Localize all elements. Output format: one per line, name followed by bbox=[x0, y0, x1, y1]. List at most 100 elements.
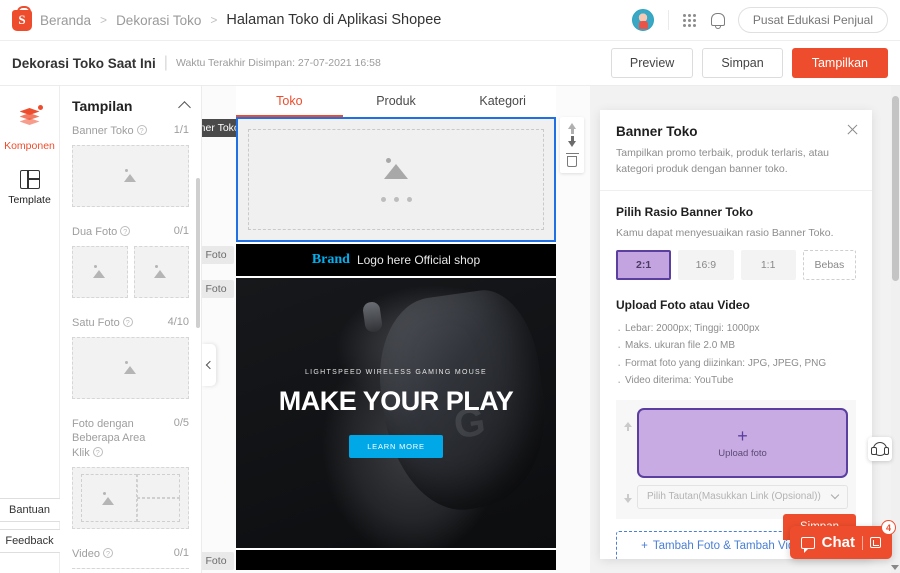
sidebar-item-label: Template bbox=[8, 194, 51, 206]
brand-tagline: Logo here Official shop bbox=[356, 253, 481, 267]
spec-item: Video diterima: YouTube bbox=[616, 371, 856, 393]
seller-education-button[interactable]: Pusat Edukasi Penjual bbox=[737, 7, 888, 33]
upload-specs: Lebar: 2000px; Tinggi: 1000px Maks. ukur… bbox=[616, 319, 856, 394]
canvas-block-hero[interactable]: Satu Foto LIGHTSPEED WIRELESS GAMING MOU… bbox=[202, 278, 556, 548]
apps-grid-icon[interactable] bbox=[682, 13, 696, 27]
image-placeholder-icon bbox=[381, 157, 411, 181]
sidebar-item-template[interactable]: Template bbox=[0, 162, 59, 216]
ratio-option-16-9[interactable]: 16:9 bbox=[678, 249, 734, 280]
help-icon[interactable]: ? bbox=[136, 125, 147, 135]
spec-item: Format foto yang diizinkan: JPG, JPEG, P… bbox=[616, 354, 856, 376]
components-title: Tampilan bbox=[72, 98, 133, 114]
scroll-down-arrow-icon[interactable] bbox=[891, 565, 899, 570]
upload-label: Upload foto bbox=[718, 447, 767, 459]
plus-icon: + bbox=[737, 425, 748, 446]
brand-word: Brand bbox=[311, 252, 350, 267]
spec-item: Lebar: 2000px; Tinggi: 1000px bbox=[616, 319, 856, 341]
last-saved-text: Waktu Terakhir Disimpan: 27-07-2021 16:5… bbox=[175, 57, 381, 69]
image-placeholder-icon bbox=[153, 265, 169, 279]
rail-bottom-actions: Bantuan Feedback bbox=[0, 498, 62, 573]
breadcrumb-item-dekorasi[interactable]: Dekorasi Toko bbox=[116, 13, 201, 28]
component-thumbnail-satu-foto[interactable] bbox=[72, 336, 189, 399]
help-icon[interactable]: ? bbox=[120, 225, 131, 236]
chat-divider bbox=[862, 535, 863, 550]
shopee-logo[interactable] bbox=[12, 5, 32, 31]
chevron-up-icon[interactable] bbox=[178, 101, 191, 114]
settings-panel: Banner Toko Tampilkan promo terbaik, pro… bbox=[600, 110, 872, 559]
help-icon[interactable]: ? bbox=[102, 548, 113, 559]
hero-title: MAKE YOUR PLAY bbox=[278, 385, 514, 416]
banner-placeholder[interactable] bbox=[236, 117, 556, 242]
next-banner-partial[interactable] bbox=[236, 550, 556, 570]
thumb-cell[interactable] bbox=[133, 245, 189, 298]
help-icon[interactable]: ? bbox=[122, 316, 133, 327]
help-icon[interactable]: ? bbox=[92, 447, 103, 458]
feedback-button[interactable]: Feedback bbox=[0, 529, 62, 553]
component-label: Foto dengan Beberapa Area Klik bbox=[72, 417, 146, 460]
expand-icon[interactable] bbox=[870, 537, 881, 548]
component-label: Dua Foto bbox=[72, 225, 118, 238]
brand-strip-banner[interactable]: Brand Logo here Official shop bbox=[236, 244, 556, 276]
ratio-option-2-1[interactable]: 2:1 bbox=[616, 249, 672, 280]
ratio-heading: Pilih Rasio Banner Toko bbox=[616, 204, 754, 219]
hotspot-cell bbox=[137, 474, 180, 499]
components-panel: Tampilan Banner Toko? 1/1 Dua Foto? 0/1 bbox=[60, 86, 202, 573]
tab-kategori[interactable]: Kategori bbox=[449, 86, 556, 117]
close-icon[interactable] bbox=[846, 123, 859, 136]
page-scrollbar-thumb[interactable] bbox=[892, 96, 899, 281]
breadcrumb-item-home[interactable]: Beranda bbox=[40, 13, 91, 28]
block-tag: Satu Foto bbox=[202, 246, 234, 264]
move-up-icon[interactable] bbox=[624, 421, 632, 431]
breadcrumb-separator: > bbox=[210, 13, 218, 27]
settings-title: Banner Toko bbox=[616, 124, 698, 139]
move-up-icon[interactable] bbox=[568, 123, 576, 134]
component-thumbnail-video[interactable] bbox=[72, 567, 189, 569]
notification-bell-icon[interactable] bbox=[710, 12, 725, 29]
settings-description: Tampilkan promo terbaik, produk terlaris… bbox=[616, 147, 830, 175]
breadcrumb-item-current: Halaman Toko di Aplikasi Shopee bbox=[226, 12, 442, 28]
upload-column: + Upload foto Pilih Tautan(Masukkan Link… bbox=[637, 407, 848, 509]
carousel-dots bbox=[380, 197, 412, 202]
avatar[interactable] bbox=[631, 9, 654, 31]
title-divider: | bbox=[163, 54, 168, 71]
components-list[interactable]: Banner Toko? 1/1 Dua Foto? 0/1 Satu Foto… bbox=[60, 124, 201, 569]
breadcrumb-separator: > bbox=[100, 13, 108, 27]
ratio-option-bebas[interactable]: Bebas bbox=[802, 249, 856, 280]
canvas-block-banner-toko[interactable]: Banner Toko bbox=[202, 117, 584, 242]
chat-unread-badge: 4 bbox=[881, 520, 896, 535]
header-divider bbox=[667, 10, 669, 30]
image-placeholder-icon bbox=[123, 361, 139, 375]
help-button[interactable]: Bantuan bbox=[0, 498, 62, 522]
component-thumbnail-banner-toko[interactable] bbox=[72, 144, 189, 207]
component-count: 0/5 bbox=[173, 416, 189, 429]
image-placeholder-icon bbox=[123, 169, 139, 183]
component-thumbnail-area-klik[interactable] bbox=[72, 467, 189, 530]
spec-item: Maks. ukuran file 2.0 MB bbox=[616, 336, 856, 358]
save-button[interactable]: Simpan bbox=[702, 48, 783, 78]
hero-cta-button[interactable]: LEARN MORE bbox=[349, 434, 443, 458]
delete-icon[interactable] bbox=[565, 153, 579, 167]
link-select[interactable]: Pilih Tautan(Masukkan Link (Opsional)) bbox=[637, 484, 848, 509]
tab-produk[interactable]: Produk bbox=[343, 86, 450, 117]
chat-widget[interactable]: Chat 4 bbox=[789, 520, 896, 559]
support-fab[interactable] bbox=[868, 437, 892, 461]
settings-body: Pilih Rasio Banner Toko Kamu dapat menye… bbox=[600, 191, 872, 519]
publish-button[interactable]: Tampilkan bbox=[791, 48, 888, 78]
sidebar-item-komponen[interactable]: Komponen bbox=[0, 100, 59, 162]
thumb-cell[interactable] bbox=[72, 245, 128, 298]
settings-header: Banner Toko Tampilkan promo terbaik, pro… bbox=[600, 110, 872, 191]
component-thumbnail-dua-foto[interactable] bbox=[72, 245, 189, 298]
components-scrollbar[interactable] bbox=[196, 178, 200, 328]
components-header: Tampilan bbox=[60, 86, 201, 124]
ratio-option-1-1[interactable]: 1:1 bbox=[740, 249, 796, 280]
panel-collapse-handle[interactable] bbox=[202, 344, 216, 386]
preview-button[interactable]: Preview bbox=[610, 48, 694, 78]
tab-toko[interactable]: Toko bbox=[236, 86, 343, 117]
upload-row: + Upload foto Pilih Tautan(Masukkan Link… bbox=[616, 399, 856, 519]
hero-banner[interactable]: LIGHTSPEED WIRELESS GAMING MOUSE MAKE YO… bbox=[236, 278, 556, 548]
canvas-block-next[interactable]: Satu Foto bbox=[202, 550, 556, 570]
move-down-icon[interactable] bbox=[624, 493, 632, 503]
upload-photo-dropzone[interactable]: + Upload foto bbox=[637, 407, 848, 478]
move-down-icon[interactable] bbox=[568, 136, 576, 147]
canvas-block-brand-strip[interactable]: Satu Foto Brand Logo here Official shop bbox=[202, 244, 556, 276]
